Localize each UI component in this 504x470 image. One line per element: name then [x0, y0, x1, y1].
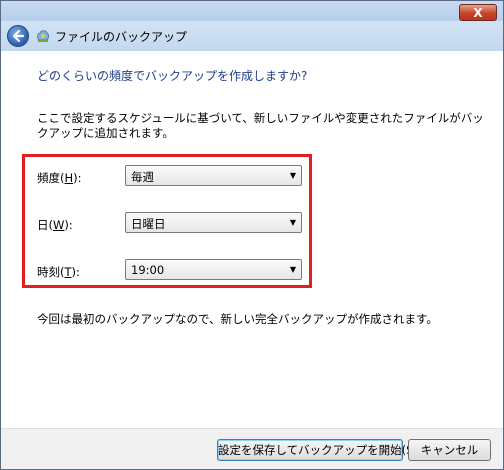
frequency-select[interactable]: 毎週 ▼ [125, 165, 302, 186]
chevron-down-icon: ▼ [289, 218, 296, 227]
wizard-title: ファイルのバックアップ [55, 30, 188, 44]
full-backup-note: 今回は最初のバックアップなので、新しい完全バックアップが作成されます。 [37, 312, 438, 326]
time-label: 時刻(T): [37, 265, 80, 279]
time-select[interactable]: 19:00 ▼ [125, 259, 302, 280]
close-button[interactable]: X [459, 4, 497, 21]
chevron-down-icon: ▼ [289, 265, 296, 274]
back-arrow-icon [12, 29, 25, 43]
day-label: 日(W): [37, 218, 73, 232]
wizard-header: ファイルのバックアップ [1, 21, 503, 51]
cancel-button[interactable]: キャンセル [408, 439, 491, 461]
backup-app-icon [37, 30, 49, 42]
chevron-down-icon: ▼ [289, 171, 296, 180]
frequency-label: 頻度(H): [37, 171, 82, 185]
backup-wizard-window: X ファイルのバックアップ どのくらいの頻度でバックアップを作成しますか? ここ… [0, 0, 504, 470]
day-value: 日曜日 [131, 217, 166, 231]
frequency-value: 毎週 [131, 170, 154, 184]
back-button[interactable] [7, 25, 29, 47]
save-and-start-backup-button[interactable]: 設定を保存してバックアップを開始(S) [217, 439, 418, 461]
description-text: ここで設定するスケジュールに基づいて、新しいファイルや変更されたファイルがバック… [37, 111, 484, 140]
main-instruction: どのくらいの頻度でバックアップを作成しますか? [37, 69, 308, 83]
time-value: 19:00 [131, 263, 165, 277]
day-select[interactable]: 日曜日 ▼ [125, 212, 302, 233]
footer-bar: 設定を保存してバックアップを開始(S) キャンセル [1, 428, 503, 469]
close-icon: X [473, 6, 483, 20]
